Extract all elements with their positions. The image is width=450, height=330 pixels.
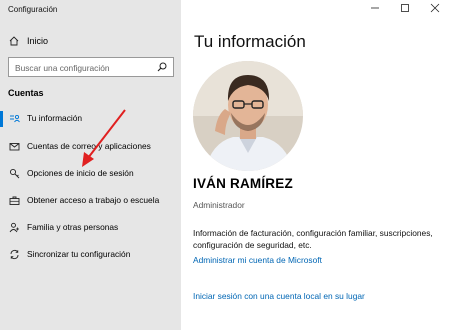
- active-indicator: [0, 111, 3, 127]
- close-button[interactable]: [420, 0, 450, 20]
- search-placeholder: Buscar una configuración: [15, 63, 110, 73]
- user-card-icon: [10, 114, 20, 123]
- sidebar-item-sign-in-options[interactable]: Opciones de inicio de sesión: [0, 163, 181, 185]
- settings-sidebar: Configuración Inicio Buscar una configur…: [0, 0, 181, 330]
- briefcase-icon: [9, 196, 20, 205]
- maximize-icon: [401, 4, 409, 12]
- search-input[interactable]: Buscar una configuración: [8, 57, 174, 77]
- sidebar-item-sync[interactable]: Sincronizar tu configuración: [0, 244, 181, 266]
- window-controls: [360, 0, 450, 20]
- sidebar-item-label: Cuentas de correo y aplicaciones: [27, 141, 151, 151]
- profile-photo: [193, 61, 303, 171]
- sidebar-item-email-apps[interactable]: Cuentas de correo y aplicaciones: [0, 136, 181, 158]
- sidebar-item-label: Familia y otras personas: [27, 222, 119, 232]
- minimize-icon: [371, 7, 379, 9]
- main-content: Tu información IVÁN RAMÍREZ Administrado…: [181, 0, 450, 330]
- manage-account-link[interactable]: Administrar mi cuenta de Microsoft: [193, 255, 322, 265]
- account-info-text: Información de facturación, configuració…: [193, 228, 433, 250]
- mail-icon: [9, 143, 20, 151]
- sidebar-item-label: Obtener acceso a trabajo o escuela: [27, 195, 160, 205]
- sidebar-item-label: Tu información: [27, 113, 83, 123]
- sidebar-item-family[interactable]: Familia y otras personas: [0, 217, 181, 239]
- avatar: [193, 61, 303, 171]
- section-title-accounts: Cuentas: [8, 88, 44, 98]
- close-icon: [430, 3, 440, 13]
- person-add-icon: [9, 222, 19, 233]
- sidebar-item-work-school[interactable]: Obtener acceso a trabajo o escuela: [0, 190, 181, 212]
- sync-icon: [10, 249, 19, 260]
- user-role: Administrador: [193, 200, 245, 210]
- sidebar-item-your-info[interactable]: Tu información: [0, 108, 181, 130]
- page-title: Tu información: [194, 32, 306, 51]
- search-icon[interactable]: [157, 62, 167, 72]
- nav-home-label: Inicio: [27, 36, 49, 46]
- local-account-link[interactable]: Iniciar sesión con una cuenta local en s…: [193, 291, 365, 301]
- minimize-button[interactable]: [360, 0, 390, 20]
- home-icon: [9, 36, 19, 46]
- key-icon: [9, 168, 20, 179]
- sidebar-item-label: Sincronizar tu configuración: [27, 249, 131, 259]
- nav-home[interactable]: Inicio: [0, 30, 181, 54]
- user-name: IVÁN RAMÍREZ: [193, 176, 293, 191]
- sidebar-item-label: Opciones de inicio de sesión: [27, 168, 134, 178]
- window-title: Configuración: [8, 5, 58, 14]
- maximize-button[interactable]: [390, 0, 420, 20]
